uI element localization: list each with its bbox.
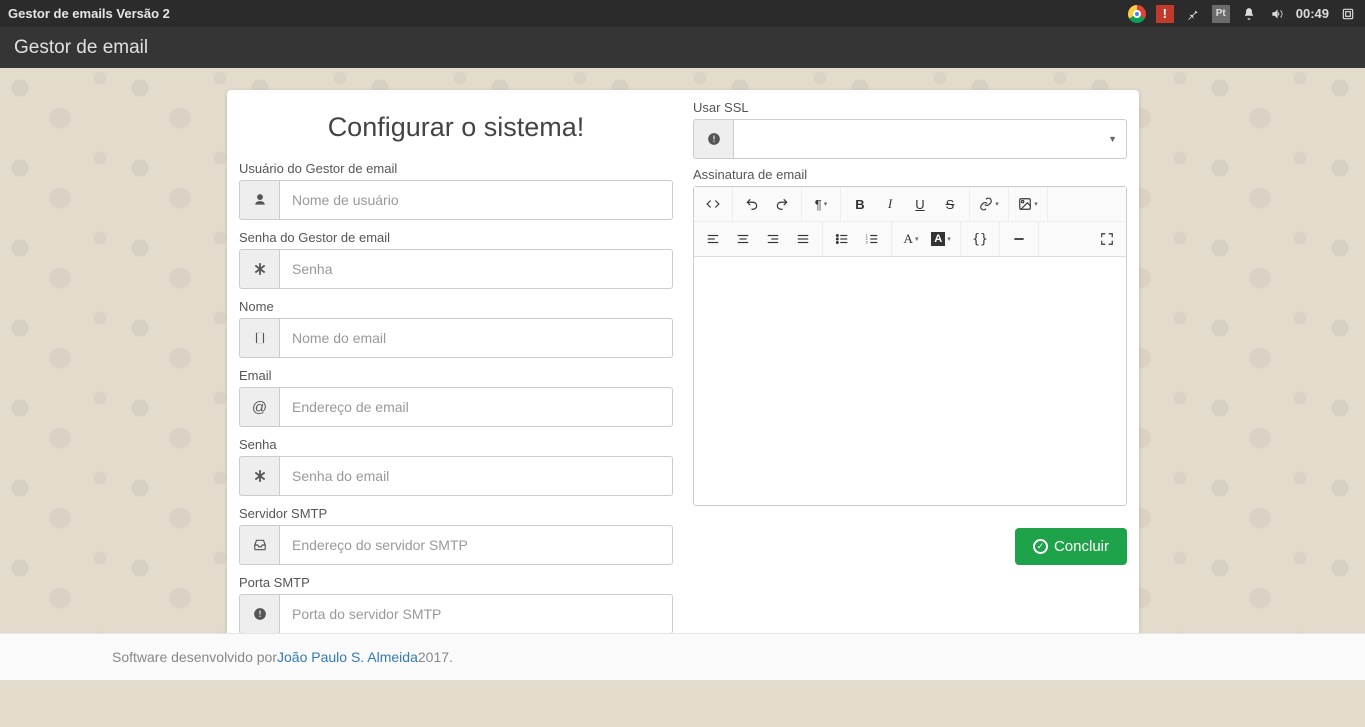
align-left-icon[interactable] [698,224,728,254]
undo-icon[interactable] [737,189,767,219]
ssl-select[interactable] [733,119,1127,159]
ol-icon[interactable]: 123 [857,224,887,254]
code-icon[interactable]: {} [965,224,995,254]
field-label: Usuário do Gestor de email [239,161,673,176]
signature-label: Assinatura de email [693,167,1127,182]
session-icon[interactable] [1339,5,1357,23]
redo-icon[interactable] [767,189,797,219]
align-right-icon[interactable] [758,224,788,254]
codeview-icon[interactable] [698,189,728,219]
footer-author-link[interactable]: João Paulo S. Almeida [277,649,418,665]
field-label: Senha do Gestor de email [239,230,673,245]
svg-text:3: 3 [866,241,868,245]
app-title: Gestor de email [14,37,148,59]
check-circle-icon: ✓ [1033,539,1048,554]
input-at-3[interactable] [279,387,673,427]
signature-editarea[interactable] [694,257,1126,505]
ssl-label: Usar SSL [693,100,1127,115]
link-icon[interactable]: ▾ [974,189,1004,219]
input-inbox-5[interactable] [279,525,673,565]
book-icon [239,318,279,358]
hr-icon[interactable] [1004,224,1034,254]
bold-icon[interactable]: B [845,189,875,219]
user-icon [239,180,279,220]
window-title: Gestor de emails Versão 2 [8,6,170,21]
input-user-0[interactable] [279,180,673,220]
editor-toolbar: ¶▾ B I U S ▾ ▾ [694,187,1126,257]
asterisk-icon [239,249,279,289]
field-label: Senha [239,437,673,452]
paragraph-icon[interactable]: ¶▾ [806,189,836,219]
keyboard-indicator-icon[interactable]: Pt [1212,5,1230,23]
italic-icon[interactable]: I [875,189,905,219]
bg-color-icon[interactable]: A▾ [926,224,956,254]
ul-icon[interactable] [827,224,857,254]
pin-icon[interactable] [1184,5,1202,23]
input-book-2[interactable] [279,318,673,358]
input-asterisk-4[interactable] [279,456,673,496]
asterisk-icon [239,456,279,496]
image-icon[interactable]: ▾ [1013,189,1043,219]
field-label: Servidor SMTP [239,506,673,521]
field-label: Nome [239,299,673,314]
at-icon: @ [239,387,279,427]
input-asterisk-1[interactable] [279,249,673,289]
chrome-icon[interactable] [1128,5,1146,23]
align-center-icon[interactable] [728,224,758,254]
alert-icon[interactable]: ! [1156,5,1174,23]
align-justify-icon[interactable] [788,224,818,254]
exclaim-icon [239,594,279,634]
fullscreen-icon[interactable] [1092,224,1122,254]
bell-icon[interactable] [1240,5,1258,23]
clock[interactable]: 00:49 [1296,6,1329,21]
input-exclaim-6[interactable] [279,594,673,634]
footer-suffix: 2017. [418,649,453,665]
submit-button-label: Concluir [1054,538,1109,555]
config-card: Configurar o sistema! Usuário do Gestor … [227,90,1139,658]
field-label: Email [239,368,673,383]
exclaim-icon [693,119,733,159]
field-label: Porta SMTP [239,575,673,590]
inbox-icon [239,525,279,565]
submit-button[interactable]: ✓ Concluir [1015,528,1127,565]
signature-editor: ¶▾ B I U S ▾ ▾ [693,186,1127,506]
strike-icon[interactable]: S [935,189,965,219]
font-color-icon[interactable]: A▾ [896,224,926,254]
underline-icon[interactable]: U [905,189,935,219]
footer-prefix: Software desenvolvido por [112,649,277,665]
volume-icon[interactable] [1268,5,1286,23]
form-heading: Configurar o sistema! [239,112,673,143]
footer: Software desenvolvido por João Paulo S. … [0,633,1365,680]
